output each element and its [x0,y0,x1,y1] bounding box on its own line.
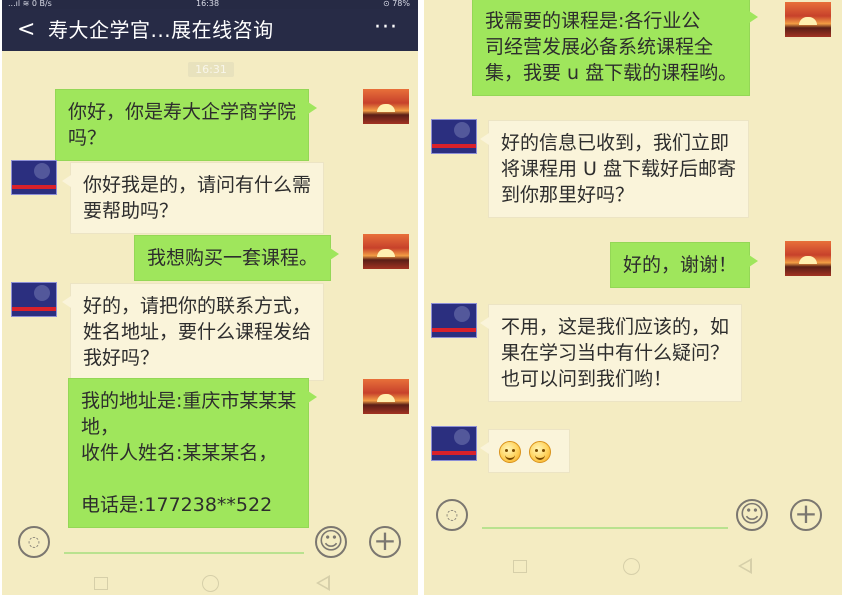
message-line: 吗？ [68,127,107,149]
my-avatar[interactable] [363,234,409,269]
contact-avatar[interactable] [431,426,477,461]
system-navbar [424,550,842,588]
smile-emoji-icon [529,440,551,463]
contact-avatar[interactable] [431,303,477,338]
message-input-underline[interactable] [64,552,304,554]
message-line: 好的，谢谢！ [623,254,738,276]
system-navbar [2,565,418,595]
message-line: 司经营发展必备系统课程全 [485,36,714,58]
sent-message[interactable]: 我需要的课程是:各行业公 司经营发展必备系统课程全 集，我要 u 盘下载的课程哟… [472,0,759,96]
message-input-underline[interactable] [482,527,728,529]
message-line: 好的信息已收到，我们立即 [501,132,730,154]
message-line: 我想购买一套课程。 [147,247,319,269]
my-avatar[interactable] [785,241,831,276]
status-time: 16:38 [196,0,220,8]
signal-status: ...ıl ≋ 0 B/s [8,0,52,8]
sent-message[interactable]: 我的地址是:重庆市某某某 地， 收件人姓名:某某某名， 电话是:177238**… [68,378,318,528]
message-line: 地， [81,416,120,438]
emoji-icon[interactable]: ☺ [315,526,347,558]
received-message[interactable]: 好的，请把你的联系方式， 姓名地址，要什么课程发给 我好吗？ [61,283,325,381]
voice-icon[interactable]: ◌ [18,526,50,558]
message-timestamp: 16:31 [188,62,234,77]
plus-icon[interactable]: + [790,499,822,531]
circle-nav-icon[interactable] [623,558,640,575]
chat-title: 寿大企学官...展在线咨询 [48,18,274,42]
smile-emoji-icon [499,440,521,463]
triangle-back-icon[interactable] [316,575,330,591]
plus-icon[interactable]: + [369,526,401,558]
chat-header: < 寿大企学官...展在线咨询 ··· [2,9,418,51]
message-line: 姓名地址，要什么课程发给 [83,321,312,343]
message-line: 好的，请把你的联系方式， [83,295,312,317]
status-bar: ...ıl ≋ 0 B/s 16:38 ⊙ 78% [2,0,418,9]
message-line: 你好我是的，请问有什么需 [83,174,312,196]
message-line: 也可以问到我们哟！ [501,368,673,390]
message-line: 收件人姓名:某某某名， [81,442,278,464]
square-nav-icon[interactable] [513,560,527,573]
contact-avatar[interactable] [431,119,477,154]
contact-avatar[interactable] [11,160,57,195]
message-line: 我的地址是:重庆市某某某 [81,390,297,412]
message-line: 你好，你是寿大企学商学院 [68,101,297,123]
battery-status: ⊙ 78% [382,0,410,8]
message-line [81,466,296,492]
received-message[interactable]: 不用，这是我们应该的，如 果在学习当中有什么疑问？ 也可以问到我们哟！ [479,304,743,402]
message-line: 不用，这是我们应该的，如 [501,316,730,338]
input-bar: ◌ ☺ + [2,518,418,570]
circle-nav-icon[interactable] [202,575,219,592]
message-line: 到你那里好吗？ [501,184,635,206]
triangle-back-icon[interactable] [738,558,752,574]
message-line: 集，我要 u 盘下载的课程哟。 [485,62,738,84]
received-message[interactable]: 好的信息已收到，我们立即 将课程用 U 盘下载好后邮寄 到你那里好吗？ [480,120,749,218]
sent-message[interactable]: 好的，谢谢！ [610,242,759,288]
square-nav-icon[interactable] [94,577,108,590]
received-emoji-message[interactable] [480,429,570,473]
chat-screenshot-right: 我需要的课程是:各行业公 司经营发展必备系统课程全 集，我要 u 盘下载的课程哟… [424,0,842,595]
message-line: 要帮助吗？ [83,200,179,222]
input-bar: ◌ ☺ + [424,489,842,541]
emoji-icon[interactable]: ☺ [736,499,768,531]
my-avatar[interactable] [363,89,409,124]
sent-message[interactable]: 我想购买一套课程。 [134,235,340,281]
chat-screenshot-left: ...ıl ≋ 0 B/s 16:38 ⊙ 78% < 寿大企学官...展在线咨… [2,0,418,595]
message-line: 我好吗？ [83,347,160,369]
message-line: 电话是:177238**522 [81,494,273,516]
my-avatar[interactable] [363,379,409,414]
contact-avatar[interactable] [11,282,57,317]
message-line: 将课程用 U 盘下载好后邮寄 [501,158,736,180]
voice-icon[interactable]: ◌ [436,499,468,531]
received-message[interactable]: 你好我是的，请问有什么需 要帮助吗？ [61,162,325,234]
sent-message[interactable]: 你好，你是寿大企学商学院 吗？ [55,89,318,161]
back-icon[interactable]: < [17,17,35,43]
message-line: 果在学习当中有什么疑问？ [501,342,730,364]
my-avatar[interactable] [785,2,831,37]
more-icon[interactable]: ··· [374,15,398,41]
message-line: 我需要的课程是:各行业公 [485,10,701,32]
